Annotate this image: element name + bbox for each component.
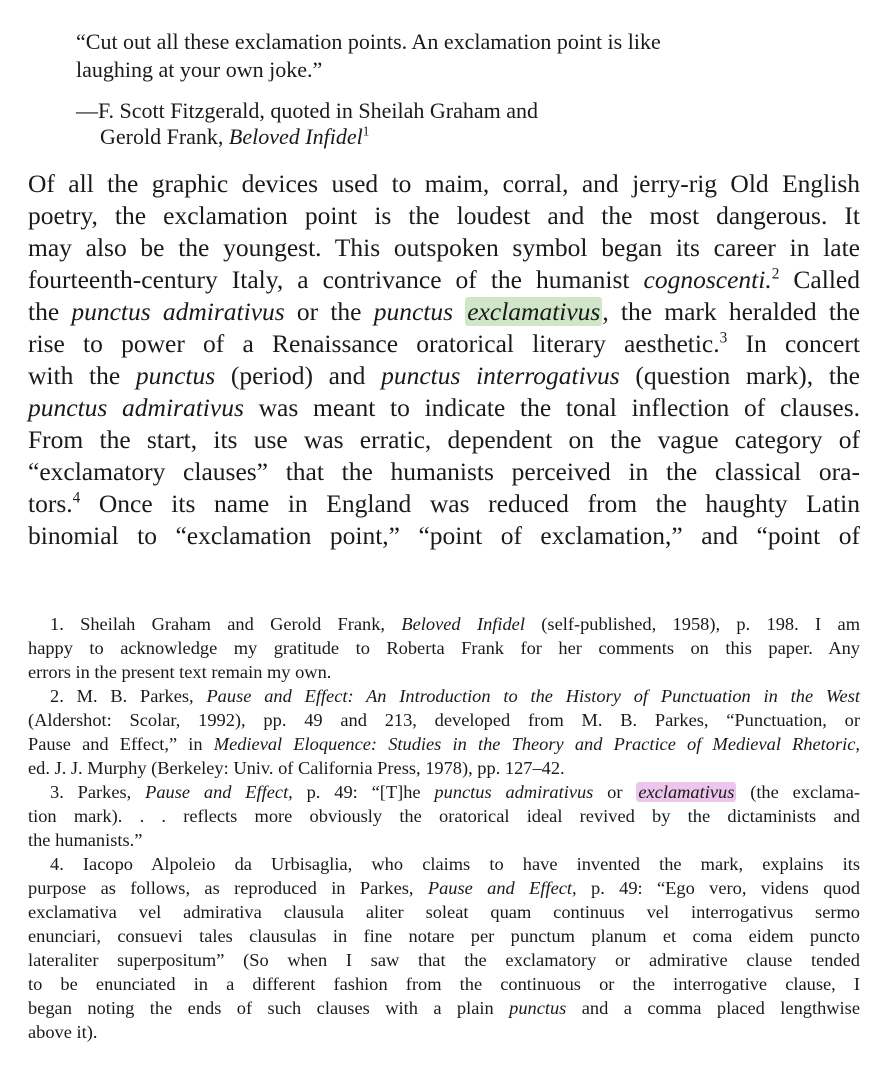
text-run: (the exclama-: [736, 782, 861, 802]
italic-term: punctus: [509, 998, 567, 1018]
text-run: 1. Sheilah Graham and Gerold Frank,: [50, 614, 402, 634]
text-run: 2. M. B. Parkes,: [50, 686, 207, 706]
footnote-3: 3. Parkes, Pause and Effect, p. 49: “[T]…: [28, 780, 860, 804]
text-run: purpose as follows, as reproduced in Par…: [28, 878, 428, 898]
text-line: rise to power of a Renaissance oratorica…: [28, 328, 860, 360]
text-run: In concert: [727, 329, 861, 358]
footnote-4: 4. Iacopo Alpoleio da Urbisaglia, who cl…: [50, 854, 860, 874]
text-run: rise to power of a Renaissance oratorica…: [28, 329, 720, 358]
italic-term: punctus admirativus: [434, 782, 594, 802]
text-run: p. 49: “[T]he: [292, 782, 435, 802]
text-line: errors in the present text remain my own…: [28, 662, 332, 682]
text-line: tion mark). . . reflects more obviously …: [28, 806, 860, 826]
text-run: Called: [779, 265, 860, 294]
book-title: Pause and Effect,: [145, 782, 293, 802]
text-line: From the start, its use was erratic, dep…: [28, 425, 860, 454]
book-title: Pause and Effect,: [427, 878, 577, 898]
footnote-ref: 1: [362, 123, 370, 139]
italic-term: punctus interrogativus: [381, 361, 620, 390]
text-line: binomial to “exclamation point,” “point …: [28, 521, 860, 550]
text-line: poetry, the exclamation point is the lou…: [28, 201, 860, 230]
epigraph: “Cut out all these exclamation points. A…: [76, 28, 836, 150]
text-line: lateraliter superpositum” (So when I saw…: [28, 950, 860, 970]
text-run: , the mark heralded the: [602, 297, 860, 326]
text-line: the humanists.”: [28, 830, 143, 850]
text-line: (Aldershot: Scolar, 1992), pp. 49 and 21…: [28, 710, 860, 730]
text-line: enunciari, consuevi tales clausulas in f…: [28, 926, 860, 946]
footnote-2: 2. M. B. Parkes, Pause and Effect: An In…: [28, 684, 860, 708]
text-run: (question mark), the: [619, 361, 860, 390]
text-run: or: [593, 782, 637, 802]
text-line: Of all the graphic devices used to maim,…: [28, 169, 860, 198]
text-run: Once its name in England was reduced fro…: [80, 489, 860, 518]
body-paragraph: Of all the graphic devices used to maim,…: [28, 168, 860, 552]
text-line: ed. J. J. Murphy (Berkeley: Univ. of Cal…: [28, 758, 565, 778]
text-run: or the: [284, 297, 374, 326]
text-run: the: [28, 297, 72, 326]
text-line: fourteenth-century Italy, a contrivance …: [28, 264, 860, 296]
text-line: purpose as follows, as reproduced in Par…: [28, 876, 860, 900]
text-run: Gerold Frank,: [100, 124, 229, 149]
book-title: Pause and Effect: An Introduction to the…: [206, 686, 860, 706]
text-run: 3. Parkes,: [50, 782, 146, 802]
text-line: punctus admirativus was meant to indicat…: [28, 392, 860, 424]
italic-term: punctus: [135, 361, 216, 390]
text-line: Gerold Frank, Beloved Infidel1: [76, 124, 836, 150]
footnotes: 1. Sheilah Graham and Gerold Frank, Belo…: [28, 612, 860, 1044]
text-run: fourteenth-century Italy, a contrivance …: [28, 265, 644, 294]
text-run: was meant to indicate the tonal inflecti…: [243, 393, 860, 422]
footnote-1: 1. Sheilah Graham and Gerold Frank, Belo…: [28, 612, 860, 636]
italic-term: punctus admirativus: [71, 297, 285, 326]
text-line: happy to acknowledge my gratitude to Rob…: [28, 638, 860, 658]
italic-term: punctus admirativus: [28, 393, 244, 422]
text-run: began noting the ends of such clauses wi…: [28, 998, 510, 1018]
highlighted-term[interactable]: exclamativus: [465, 297, 603, 326]
text-line: may also be the youngest. This outspoken…: [28, 233, 860, 262]
text-run: p. 49: “Ego vero, videns quod: [576, 878, 860, 898]
text-line: exclamativa vel admirativa clausula alit…: [28, 902, 860, 922]
text-line: began noting the ends of such clauses wi…: [28, 996, 860, 1020]
text-run: [453, 297, 465, 326]
text-line: Pause and Effect,” in Medieval Eloquence…: [28, 732, 860, 756]
text-line: the punctus admirativus or the punctus e…: [28, 296, 860, 328]
text-line: laughing at your own joke.”: [76, 57, 323, 82]
text-line: tors.4 Once its name in England was redu…: [28, 488, 860, 520]
epigraph-quote: “Cut out all these exclamation points. A…: [76, 28, 836, 84]
book-title: Beloved Infidel: [401, 614, 525, 634]
text-run: and a comma placed lengthwise: [566, 998, 860, 1018]
text-run: Pause and Effect,” in: [28, 734, 214, 754]
text-line: “Cut out all these exclamation points. A…: [76, 29, 661, 54]
italic-term: cognoscenti.: [643, 265, 772, 294]
epigraph-attribution: —F. Scott Fitzgerald, quoted in Sheilah …: [76, 98, 836, 150]
text-run: tors.: [28, 489, 73, 518]
book-title: Medieval Eloquence: Studies in the Theor…: [213, 734, 861, 754]
text-run: with the: [28, 361, 136, 390]
text-line: above it).: [28, 1022, 98, 1042]
text-line: “exclamatory clauses” that the humanists…: [28, 457, 860, 486]
text-line: —F. Scott Fitzgerald, quoted in Sheilah …: [76, 98, 538, 123]
text-line: with the punctus (period) and punctus in…: [28, 360, 860, 392]
highlighted-term[interactable]: exclamativus: [636, 782, 737, 802]
text-run: (period) and: [215, 361, 382, 390]
book-title: Beloved Infidel: [228, 124, 363, 149]
italic-term: punctus: [373, 297, 454, 326]
text-run: (self-published, 1958), p. 198. I am: [524, 614, 860, 634]
text-line: to be enunciated in a different fashion …: [28, 974, 860, 994]
